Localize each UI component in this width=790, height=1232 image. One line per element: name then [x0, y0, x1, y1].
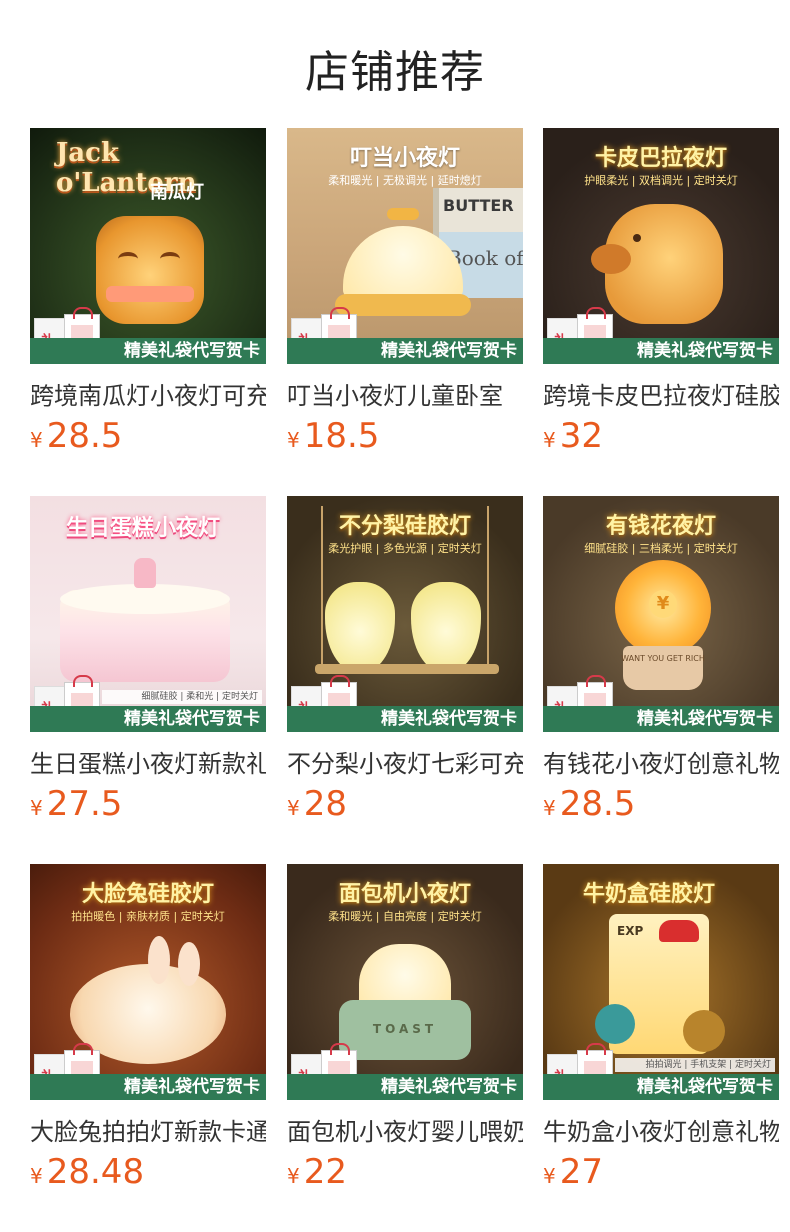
- image-subtitle: 南瓜灯: [150, 182, 204, 203]
- price-amount: 28.5: [46, 416, 123, 456]
- product-price: ¥18.5: [287, 416, 379, 456]
- price-amount: 27.5: [46, 784, 123, 824]
- product-image[interactable]: 不分梨硅胶灯 柔光护眼 | 多色光源 | 定时关灯 礼物 精美礼袋代写贺卡: [287, 496, 523, 732]
- product-card[interactable]: 大脸兔硅胶灯 拍拍暖色 | 亲肤材质 | 定时关灯 礼物 精美礼袋代写贺卡 大脸…: [30, 864, 266, 1192]
- page-title: 店铺推荐: [305, 47, 485, 98]
- image-subtitle: 护眼柔光 | 双档调光 | 定时关灯: [584, 174, 738, 187]
- product-card[interactable]: 叮当小夜灯 柔和暖光 | 无极调光 | 延时熄灯 BUTTER Book of …: [287, 128, 523, 456]
- product-image[interactable]: 有钱花夜灯 细腻硅胶 | 三档柔光 | 定时关灯 ¥ WANT YOU GET …: [543, 496, 779, 732]
- image-subtitle: 细腻硅胶 | 三档柔光 | 定时关灯: [584, 542, 738, 555]
- product-image[interactable]: 生日蛋糕小夜灯 细腻硅胶 | 柔和光 | 定时关灯 礼物 精美礼袋代写贺卡: [30, 496, 266, 732]
- image-headline: 面包机小夜灯: [338, 882, 471, 907]
- product-image[interactable]: Jack o'Lantern 南瓜灯 礼物 精美礼袋代写贺卡: [30, 128, 266, 364]
- image-banner: 精美礼袋代写贺卡: [543, 706, 779, 732]
- product-card[interactable]: 生日蛋糕小夜灯 细腻硅胶 | 柔和光 | 定时关灯 礼物 精美礼袋代写贺卡 生日…: [30, 496, 266, 824]
- flower-pot-shape: WANT YOU GET RICH: [621, 646, 705, 690]
- image-banner: 精美礼袋代写贺卡: [30, 706, 266, 732]
- product-price: ¥27: [543, 1152, 603, 1192]
- product-card[interactable]: 不分梨硅胶灯 柔光护眼 | 多色光源 | 定时关灯 礼物 精美礼袋代写贺卡 不分…: [287, 496, 523, 824]
- product-name[interactable]: 叮当小夜灯儿童卧室: [287, 376, 523, 411]
- image-subtitle: 拍拍暖色 | 亲肤材质 | 定时关灯: [71, 910, 225, 923]
- currency-symbol: ¥: [30, 796, 43, 820]
- product-price: ¥28.5: [30, 416, 122, 456]
- product-price: ¥32: [543, 416, 603, 456]
- product-price: ¥27.5: [30, 784, 122, 824]
- currency-symbol: ¥: [287, 1164, 300, 1188]
- product-card[interactable]: 卡皮巴拉夜灯 护眼柔光 | 双档调光 | 定时关灯 礼物 精美礼袋代写贺卡 跨境…: [543, 128, 779, 456]
- product-image[interactable]: 牛奶盒硅胶灯 EXP 拍拍调光 | 手机支架 | 定时关灯 礼物 精美礼袋代写贺…: [543, 864, 779, 1100]
- image-headline: 生日蛋糕小夜灯: [66, 516, 221, 541]
- price-amount: 28.5: [559, 784, 636, 824]
- product-image[interactable]: 面包机小夜灯 柔和暖光 | 自由亮度 | 定时关灯 TOAST 礼物 精美礼袋代…: [287, 864, 523, 1100]
- currency-symbol: ¥: [287, 796, 300, 820]
- capybara-lamp-shape: [591, 204, 723, 324]
- flower-lamp-shape: ¥: [615, 560, 711, 656]
- image-banner: 精美礼袋代写贺卡: [543, 1074, 779, 1100]
- product-name[interactable]: 跨境卡皮巴拉夜灯硅胶: [543, 376, 779, 411]
- image-banner: 精美礼袋代写贺卡: [543, 338, 779, 364]
- image-headline: 牛奶盒硅胶灯: [583, 882, 716, 907]
- product-image[interactable]: 大脸兔硅胶灯 拍拍暖色 | 亲肤材质 | 定时关灯 礼物 精美礼袋代写贺卡: [30, 864, 266, 1100]
- pear-lamp-shape: [325, 582, 395, 672]
- product-name[interactable]: 生日蛋糕小夜灯新款礼物: [30, 744, 266, 779]
- currency-symbol: ¥: [543, 796, 556, 820]
- price-amount: 28: [303, 784, 347, 824]
- product-price: ¥28.5: [543, 784, 635, 824]
- product-card[interactable]: 有钱花夜灯 细腻硅胶 | 三档柔光 | 定时关灯 ¥ WANT YOU GET …: [543, 496, 779, 824]
- price-amount: 32: [559, 416, 603, 456]
- pumpkin-lamp-shape: [96, 216, 204, 324]
- product-name[interactable]: 牛奶盒小夜灯创意礼物: [543, 1112, 779, 1147]
- image-subtitle: 柔和暖光 | 无极调光 | 延时熄灯: [328, 174, 482, 187]
- product-name[interactable]: 面包机小夜灯婴儿喂奶: [287, 1112, 523, 1147]
- product-price: ¥28.48: [30, 1152, 144, 1192]
- image-headline: 卡皮巴拉夜灯: [594, 146, 727, 171]
- product-image[interactable]: 叮当小夜灯 柔和暖光 | 无极调光 | 延时熄灯 BUTTER Book of …: [287, 128, 523, 364]
- product-card[interactable]: Jack o'Lantern 南瓜灯 礼物 精美礼袋代写贺卡 跨境南瓜灯小夜灯可…: [30, 128, 266, 456]
- pear-lamp-shape: [411, 582, 481, 672]
- image-headline: 叮当小夜灯: [349, 146, 460, 171]
- price-amount: 18.5: [303, 416, 380, 456]
- product-image[interactable]: 卡皮巴拉夜灯 护眼柔光 | 双档调光 | 定时关灯 礼物 精美礼袋代写贺卡: [543, 128, 779, 364]
- product-price: ¥22: [287, 1152, 347, 1192]
- currency-symbol: ¥: [543, 428, 556, 452]
- product-card[interactable]: 面包机小夜灯 柔和暖光 | 自由亮度 | 定时关灯 TOAST 礼物 精美礼袋代…: [287, 864, 523, 1192]
- price-amount: 28.48: [46, 1152, 145, 1192]
- currency-symbol: ¥: [30, 428, 43, 452]
- product-grid: Jack o'Lantern 南瓜灯 礼物 精美礼袋代写贺卡 跨境南瓜灯小夜灯可…: [30, 128, 790, 1232]
- currency-symbol: ¥: [287, 428, 300, 452]
- product-price: ¥28: [287, 784, 347, 824]
- image-tags: 拍拍调光 | 手机支架 | 定时关灯: [615, 1058, 775, 1072]
- product-name[interactable]: 有钱花小夜灯创意礼物: [543, 744, 779, 779]
- currency-symbol: ¥: [30, 1164, 43, 1188]
- product-name[interactable]: 跨境南瓜灯小夜灯可充电: [30, 376, 266, 411]
- image-banner: 精美礼袋代写贺卡: [287, 1074, 523, 1100]
- image-headline: 大脸兔硅胶灯: [81, 882, 214, 907]
- price-amount: 27: [559, 1152, 603, 1192]
- image-banner: 精美礼袋代写贺卡: [30, 338, 266, 364]
- product-card[interactable]: 牛奶盒硅胶灯 EXP 拍拍调光 | 手机支架 | 定时关灯 礼物 精美礼袋代写贺…: [543, 864, 779, 1192]
- image-headline: 有钱花夜灯: [605, 514, 716, 539]
- image-banner: 精美礼袋代写贺卡: [287, 706, 523, 732]
- currency-symbol: ¥: [543, 1164, 556, 1188]
- product-name[interactable]: 大脸兔拍拍灯新款卡通: [30, 1112, 266, 1147]
- product-name[interactable]: 不分梨小夜灯七彩可充电: [287, 744, 523, 779]
- image-tags: 细腻硅胶 | 柔和光 | 定时关灯: [102, 690, 262, 704]
- image-subtitle: 柔和暖光 | 自由亮度 | 定时关灯: [328, 910, 482, 923]
- price-amount: 22: [303, 1152, 347, 1192]
- image-banner: 精美礼袋代写贺卡: [30, 1074, 266, 1100]
- image-banner: 精美礼袋代写贺卡: [287, 338, 523, 364]
